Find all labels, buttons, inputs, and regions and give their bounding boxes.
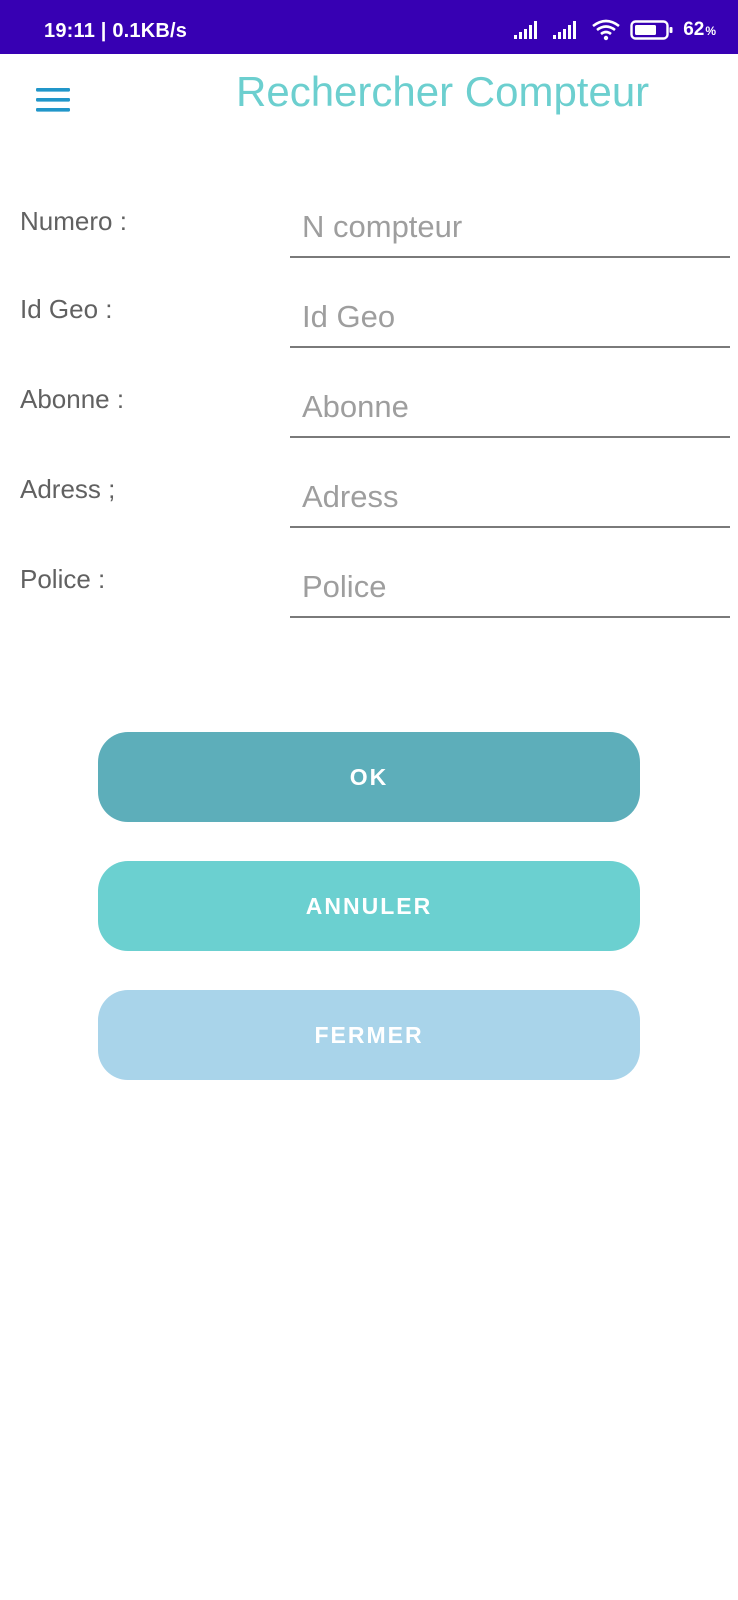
ok-button[interactable]: OK — [98, 732, 640, 822]
field-label-numero: Numero : — [20, 206, 127, 236]
annuler-button[interactable]: ANNULER — [98, 861, 640, 951]
form-row-adress: Adress ; — [0, 468, 738, 558]
hamburger-menu-icon[interactable] — [36, 87, 70, 113]
field-label-abonne: Abonne : — [20, 384, 125, 414]
battery-icon — [630, 20, 673, 40]
field-label-police: Police : — [20, 564, 106, 594]
form-row-police: Police : — [0, 558, 738, 648]
form-row-numero: Numero : — [0, 198, 738, 288]
id-geo-input[interactable] — [290, 288, 730, 348]
field-label-adress: Adress ; — [20, 474, 116, 504]
status-bar: 19:11 | 0.1KB/s 62% — [0, 0, 738, 54]
wifi-icon — [592, 19, 620, 41]
fermer-button[interactable]: FERMER — [98, 990, 640, 1080]
form-row-abonne: Abonne : — [0, 378, 738, 468]
abonne-input[interactable] — [290, 378, 730, 438]
status-time-speed: 19:11 | 0.1KB/s — [44, 20, 188, 42]
signal-icon — [553, 21, 577, 39]
battery-percent: 62% — [683, 19, 716, 40]
signal-icon — [514, 21, 538, 39]
numero-input[interactable] — [290, 198, 730, 258]
field-label-id-geo: Id Geo : — [20, 294, 113, 324]
page-title: Rechercher Compteur — [236, 68, 650, 115]
form-row-id-geo: Id Geo : — [0, 288, 738, 378]
status-icons: 62% — [513, 18, 716, 42]
adress-input[interactable] — [290, 468, 730, 528]
police-input[interactable] — [290, 558, 730, 618]
